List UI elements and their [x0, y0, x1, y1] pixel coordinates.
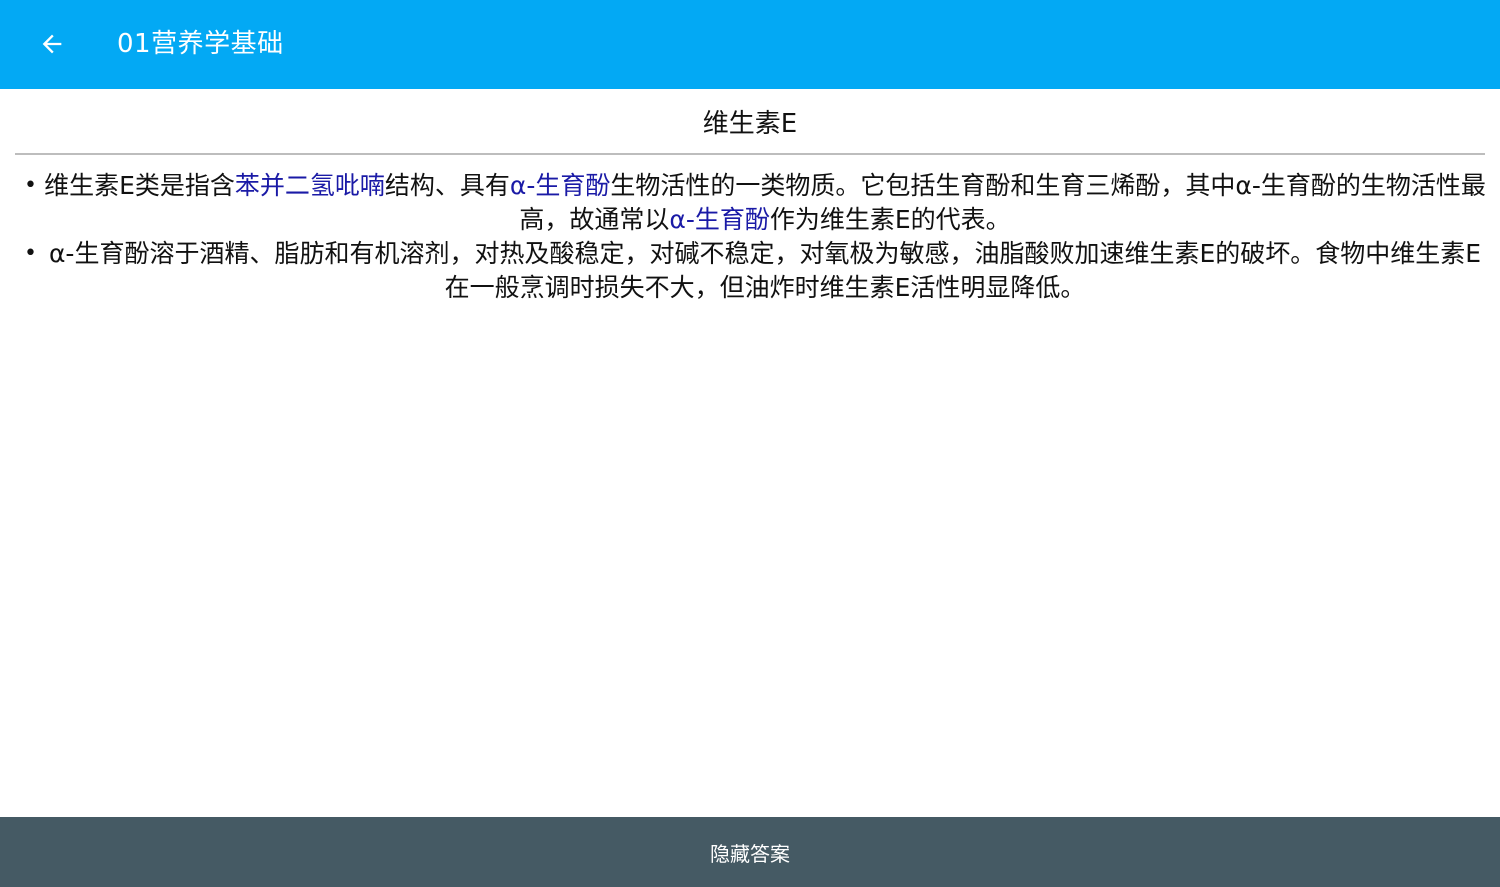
- answer-content: 维生素E • 维生素E类是指含苯并二氢吡喃结构、具有α-生育酚生物活性的一类物质…: [0, 89, 1500, 817]
- arrow-left-icon: [42, 34, 62, 54]
- term-link-tocopherol[interactable]: α-生育酚: [510, 171, 611, 200]
- text-segment: 维生素E类是指含: [44, 171, 235, 200]
- hide-answer-label: 隐藏答案: [710, 841, 790, 866]
- text-segment: 作为维生素E的代表。: [769, 205, 1011, 234]
- section-title: 维生素E: [702, 109, 798, 139]
- divider: [15, 153, 1485, 155]
- answer-list: • 维生素E类是指含苯并二氢吡喃结构、具有α-生育酚生物活性的一类物质。它包括生…: [18, 169, 1486, 305]
- bullet-icon: •: [24, 173, 37, 198]
- app-screen: 01营养学基础 维生素E • 维生素E类是指含苯并二氢吡喃结构、具有α-生育酚生…: [0, 0, 1500, 887]
- answer-item-1: • 维生素E类是指含苯并二氢吡喃结构、具有α-生育酚生物活性的一类物质。它包括生…: [18, 169, 1486, 237]
- page-title: 01营养学基础: [117, 29, 284, 59]
- text-segment: α-生育酚溶于酒精、脂肪和有机溶剂，对热及酸稳定，对碱不稳定，对氧极为敏感，油脂…: [48, 239, 1482, 302]
- term-link-tocopherol-2[interactable]: α-生育酚: [669, 205, 770, 234]
- text-segment: 结构、具有: [384, 171, 510, 200]
- term-link-benzopyran[interactable]: 苯并二氢吡喃: [235, 171, 385, 200]
- bullet-icon: •: [24, 241, 37, 266]
- hide-answer-button[interactable]: 隐藏答案: [0, 817, 1500, 887]
- back-button[interactable]: [30, 22, 74, 66]
- app-bar: 01营养学基础: [0, 0, 1500, 89]
- answer-item-2: • α-生育酚溶于酒精、脂肪和有机溶剂，对热及酸稳定，对碱不稳定，对氧极为敏感，…: [18, 237, 1486, 305]
